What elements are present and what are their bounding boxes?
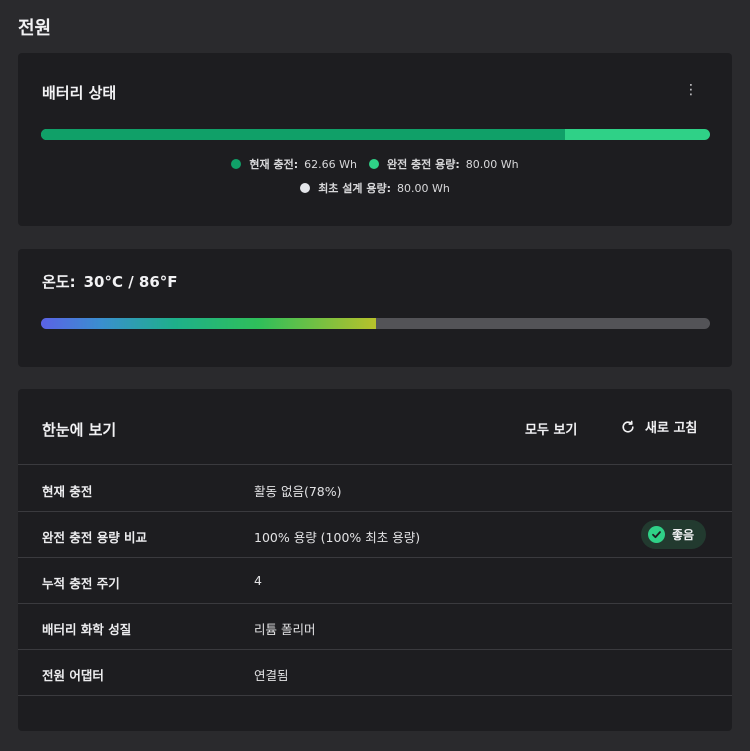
table-row: 누적 충전 주기 4 [18, 558, 732, 604]
page-title: 전원 [18, 18, 52, 39]
row-value-charge-cycles: 4 [254, 573, 262, 588]
table-row: 완전 충전 용량 비교 100% 용량 (100% 최초 용량) 좋음 [18, 512, 732, 558]
legend-label: 현재 충전: [249, 158, 299, 171]
legend-full-capacity: 완전 충전 용량: 80.00 Wh [368, 156, 519, 172]
at-a-glance-header: 한눈에 보기 모두 보기 새로 고침 [18, 389, 732, 465]
legend-dot-design-capacity [300, 183, 311, 193]
status-badge: 좋음 [641, 520, 707, 549]
legend-value: 80.00 Wh [465, 157, 519, 171]
legend-design-capacity: 최초 설계 용량: 80.00 Wh [300, 180, 450, 196]
view-all-button[interactable]: 모두 보기 [525, 419, 577, 438]
refresh-icon [622, 420, 634, 433]
table-row: 현재 충전 활동 없음(78%) [18, 466, 732, 512]
temperature-level-fill [41, 318, 376, 329]
refresh-label: 새로 고침 [645, 421, 698, 436]
row-label-battery-chemistry: 배터리 화학 성질 [42, 622, 132, 637]
table-row: 배터리 화학 성질 리튬 폴리머 [18, 604, 732, 650]
at-a-glance-card: 한눈에 보기 모두 보기 새로 고침 현재 충전 활동 없음(78%) 완전 충… [18, 389, 732, 731]
battery-status-title: 배터리 상태 [42, 84, 117, 102]
battery-legend-row: 최초 설계 용량: 80.00 Wh [18, 180, 732, 196]
status-badge-label: 좋음 [672, 528, 695, 542]
temperature-label: 온도: [42, 273, 76, 291]
row-value-capacity-compare: 100% 용량 (100% 최초 용량) [254, 530, 421, 545]
battery-current-charge-fill [41, 129, 565, 140]
legend-value: 80.00 Wh [396, 181, 450, 195]
check-circle-icon [648, 526, 665, 543]
temperature-title: 온도: 30°C / 86°F [42, 271, 178, 292]
battery-status-card: 배터리 상태 ⋮ 현재 충전: 62.66 Wh 완전 충전 용량: 80.00… [18, 53, 732, 226]
table-row: 전원 어댑터 연결됨 [18, 650, 732, 696]
row-value-current-charge: 활동 없음(78%) [254, 484, 342, 499]
temperature-value: 30°C / 86°F [83, 273, 178, 291]
temperature-card: 온도: 30°C / 86°F [18, 249, 732, 367]
row-label-capacity-compare: 완전 충전 용량 비교 [42, 530, 148, 545]
battery-capacity-bar [41, 129, 710, 140]
row-value-power-adapter: 연결됨 [254, 668, 289, 683]
legend-value: 62.66 Wh [304, 157, 357, 171]
legend-dot-current-charge [231, 159, 242, 169]
kebab-menu-icon[interactable]: ⋮ [684, 83, 698, 97]
battery-legend-row: 현재 충전: 62.66 Wh 완전 충전 용량: 80.00 Wh [18, 156, 732, 172]
legend-label: 완전 충전 용량: [386, 158, 460, 171]
row-label-power-adapter: 전원 어댑터 [42, 668, 104, 683]
temperature-bar [41, 318, 710, 329]
row-label-charge-cycles: 누적 충전 주기 [42, 576, 120, 591]
row-value-battery-chemistry: 리튬 폴리머 [254, 622, 316, 637]
row-label-current-charge: 현재 충전 [42, 484, 93, 499]
legend-label: 최초 설계 용량: [318, 182, 391, 195]
at-a-glance-title: 한눈에 보기 [42, 421, 117, 439]
refresh-button[interactable]: 새로 고침 [621, 417, 697, 436]
legend-dot-full-capacity [368, 159, 379, 169]
legend-current-charge: 현재 충전: 62.66 Wh [231, 156, 357, 172]
